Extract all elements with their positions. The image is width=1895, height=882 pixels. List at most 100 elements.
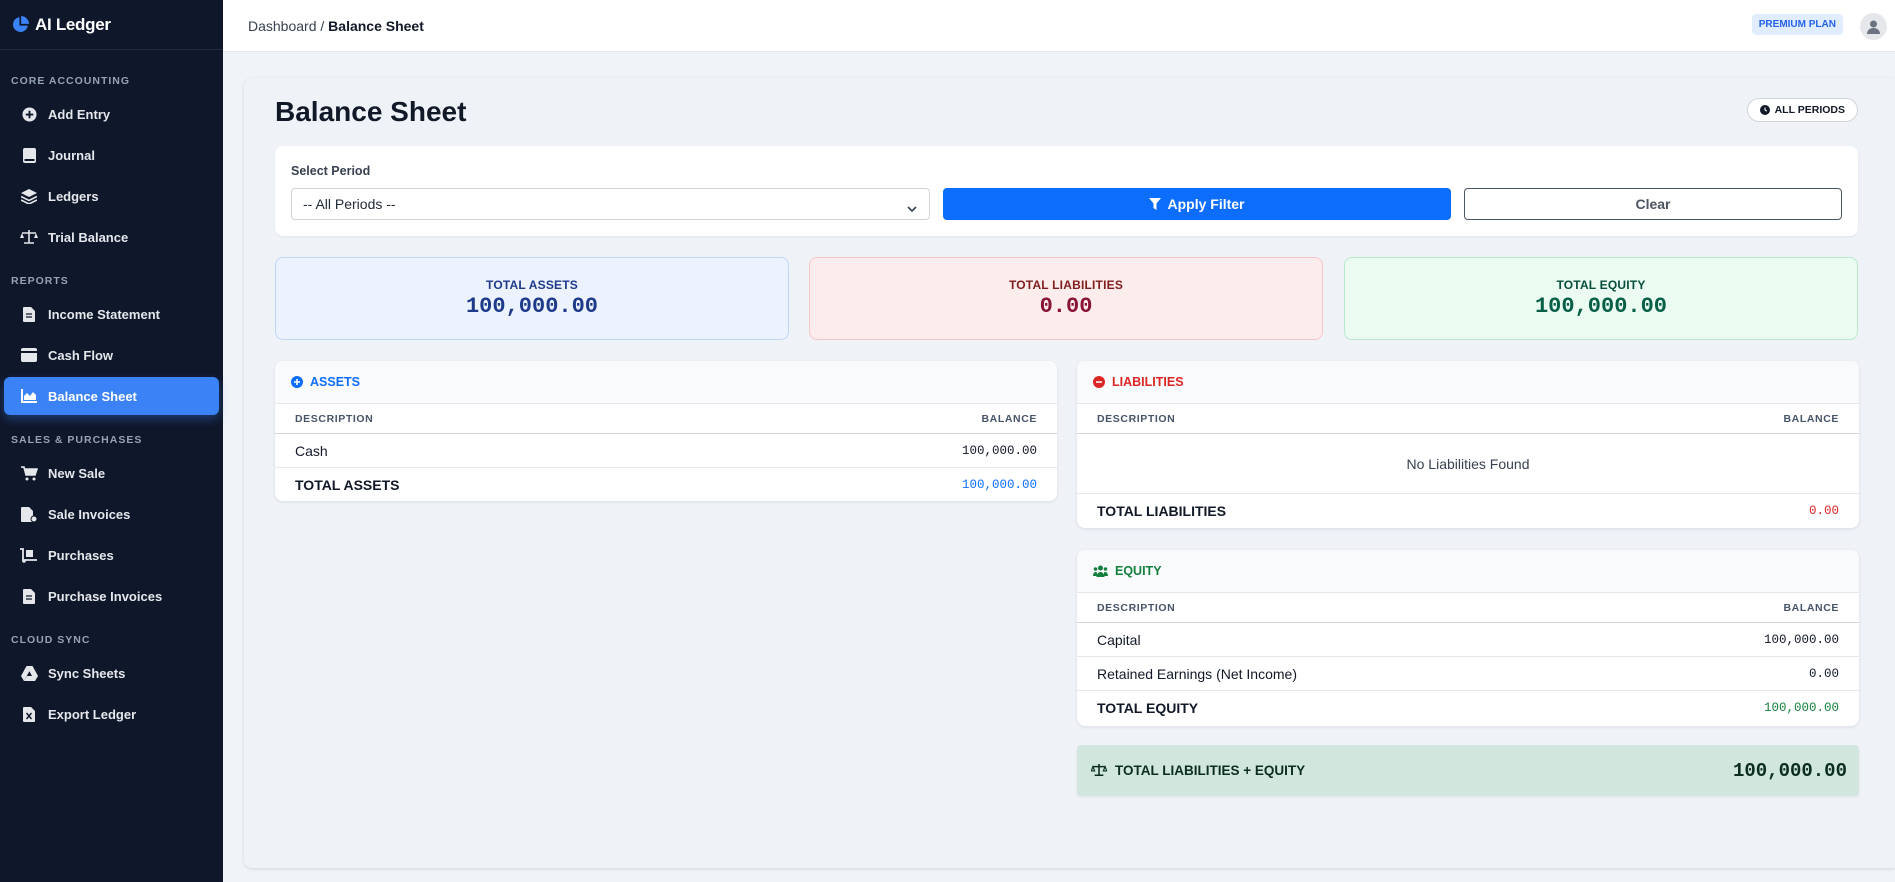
row-balance: 0.00 [1808,666,1839,681]
breadcrumb-root[interactable]: Dashboard [248,18,317,34]
period-badge: ALL PERIODS [1746,98,1858,122]
sidebar-item-add-entry[interactable]: Add Entry [4,95,219,133]
table-header: DESCRIPTION BALANCE [275,404,1057,434]
equity-title: EQUITY [1115,564,1162,578]
liabilities-total-value: 0.00 [1808,504,1839,518]
file-invoice-dollar-icon [18,505,40,523]
sidebar-item-label: Purchases [48,547,114,563]
column-balance: BALANCE [981,412,1037,425]
clear-button[interactable]: Clear [1464,188,1842,220]
column-description: DESCRIPTION [1097,412,1176,425]
row-description: Retained Earnings (Net Income) [1097,665,1297,682]
period-select[interactable]: -- All Periods -- [291,188,930,220]
grand-total-value: 100,000.00 [1732,759,1847,782]
brand[interactable]: AI Ledger [0,0,223,50]
sidebar-item-cash-flow[interactable]: Cash Flow [4,336,219,374]
scale-icon [18,228,40,246]
user-icon [1867,20,1880,34]
sidebar-item-sync-sheets[interactable]: Sync Sheets [4,654,219,692]
sidebar-item-label: Income Statement [48,306,160,322]
sidebar-item-label: Ledgers [48,188,99,204]
total-assets-card: TOTAL ASSETS 100,000.00 [275,257,789,340]
apply-filter-button[interactable]: Apply Filter [943,188,1451,220]
period-select-label: Select Period [291,164,371,178]
clock-icon [1759,105,1770,115]
file-invoice-icon [18,587,40,605]
sidebar-item-label: Trial Balance [48,229,129,245]
liabilities-title: LIABILITIES [1112,375,1184,389]
sidebar-item-ledgers[interactable]: Ledgers [4,177,219,215]
file-excel-icon [18,705,40,723]
users-icon [1093,565,1108,577]
sidebar-item-label: Add Entry [48,106,111,122]
scale-icon [1091,764,1107,777]
liabilities-total-row: TOTAL LIABILITIES 0.00 [1077,494,1859,528]
liabilities-card: LIABILITIES DESCRIPTION BALANCE No Liabi… [1077,361,1859,528]
equity-total-row: TOTAL EQUITY 100,000.00 [1077,691,1859,725]
equity-total-value: 100,000.00 [1763,701,1839,715]
breadcrumb-current: Balance Sheet [328,17,424,34]
total-liabilities-label: TOTAL LIABILITIES [1008,278,1124,292]
row-balance: 100,000.00 [961,443,1037,458]
sidebar-item-label: New Sale [48,465,106,481]
filter-card: Select Period -- All Periods -- Apply Fi… [275,146,1858,236]
total-equity-value: 100,000.00 [1534,294,1668,319]
grand-total-label-wrap: TOTAL LIABILITIES + EQUITY [1091,763,1305,778]
sidebar-item-purchase-invoices[interactable]: Purchase Invoices [4,577,219,615]
sidebar-item-trial-balance[interactable]: Trial Balance [4,218,219,256]
apply-filter-label: Apply Filter [1167,196,1245,212]
column-balance: BALANCE [1783,601,1839,614]
sidebar-item-label: Sale Invoices [48,506,131,522]
sidebar: AI Ledger CORE ACCOUNTING Add Entry Jour… [0,0,223,882]
total-assets-label: TOTAL ASSETS [486,278,578,292]
total-assets-value: 100,000.00 [465,294,599,319]
sidebar-item-label: Cash Flow [48,347,114,363]
total-liabilities-card: TOTAL LIABILITIES 0.00 [809,257,1323,340]
sidebar-item-balance-sheet[interactable]: Balance Sheet [4,377,219,415]
table-header: DESCRIPTION BALANCE [1077,593,1859,623]
assets-card: ASSETS DESCRIPTION BALANCE Cash 100,000.… [275,361,1057,501]
equity-total-label: TOTAL EQUITY [1097,700,1199,716]
section-core-accounting: CORE ACCOUNTING [11,75,131,87]
dolly-icon [18,546,40,564]
sidebar-item-label: Sync Sheets [48,665,126,681]
sidebar-item-label: Purchase Invoices [48,588,163,604]
book-icon [18,146,40,164]
row-balance: 100,000.00 [1763,632,1839,647]
row-description: Cash [295,442,328,459]
period-select-value: -- All Periods -- [303,196,396,212]
grand-total-bar: TOTAL LIABILITIES + EQUITY 100,000.00 [1077,745,1859,796]
table-row: Retained Earnings (Net Income) 0.00 [1077,657,1859,691]
sidebar-item-sale-invoices[interactable]: Sale Invoices [4,495,219,533]
sidebar-item-export-ledger[interactable]: Export Ledger [4,695,219,733]
google-drive-icon [18,664,40,682]
chart-area-icon [18,387,40,405]
assets-total-row: TOTAL ASSETS 100,000.00 [275,468,1057,501]
wallet-icon [18,346,40,364]
sidebar-item-income-statement[interactable]: Income Statement [4,295,219,333]
section-cloud-sync: CLOUD SYNC [11,634,91,646]
grand-total-label: TOTAL LIABILITIES + EQUITY [1115,763,1306,778]
sidebar-item-purchases[interactable]: Purchases [4,536,219,574]
sidebar-item-label: Export Ledger [48,706,137,722]
app-name: AI Ledger [35,14,111,34]
sidebar-item-journal[interactable]: Journal [4,136,219,174]
sidebar-item-label: Journal [48,147,95,163]
total-liabilities-value: 0.00 [1039,294,1093,319]
avatar[interactable] [1860,13,1887,40]
period-badge-label: ALL PERIODS [1774,104,1845,116]
topbar: Dashboard / Balance Sheet PREMIUM PLAN [223,0,1895,52]
sidebar-item-new-sale[interactable]: New Sale [4,454,219,492]
section-reports: REPORTS [11,275,69,287]
empty-state: No Liabilities Found [1077,434,1859,494]
page-title: Balance Sheet [275,96,467,127]
cart-icon [18,464,40,482]
column-description: DESCRIPTION [1097,601,1176,614]
table-row: Capital 100,000.00 [1077,623,1859,657]
sidebar-item-label: Balance Sheet [48,388,137,404]
assets-title: ASSETS [310,375,361,389]
main-panel: Balance Sheet ALL PERIODS Select Period … [244,78,1895,868]
assets-header: ASSETS [275,361,1057,404]
equity-card: EQUITY DESCRIPTION BALANCE Capital 100,0… [1077,550,1859,726]
table-row: Cash 100,000.00 [275,434,1057,468]
